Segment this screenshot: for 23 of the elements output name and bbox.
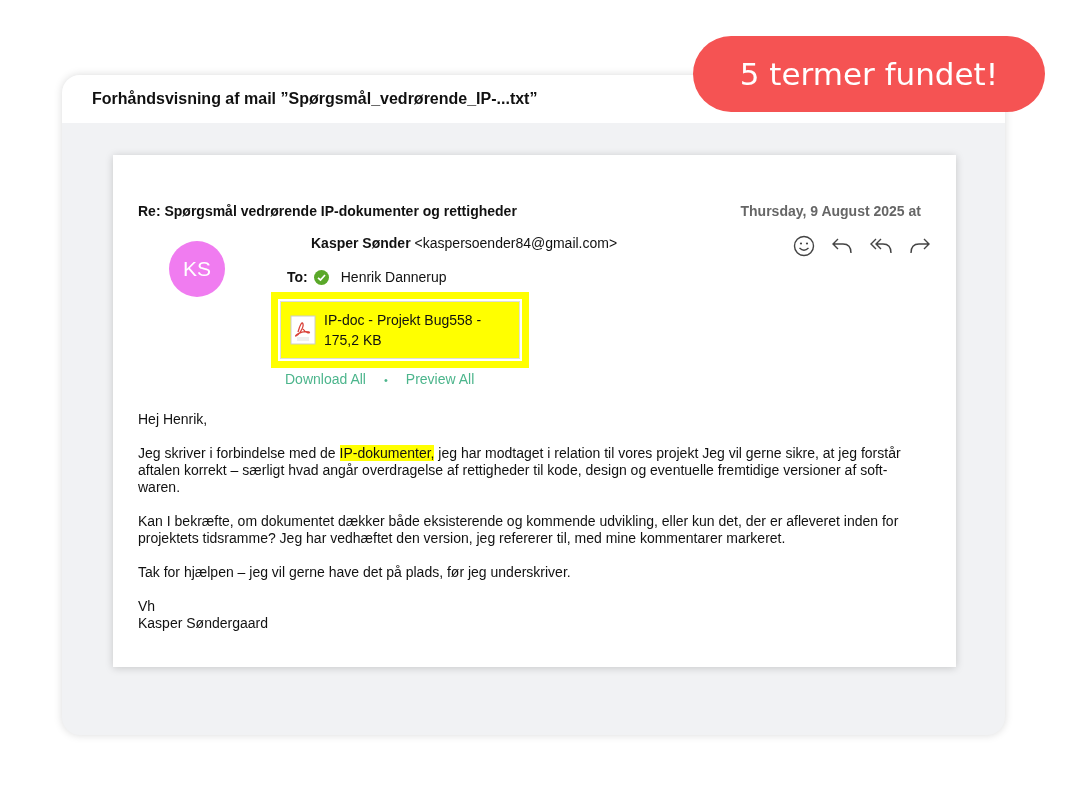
- email-subject: Re: Spørgsmål vedrørende IP-dokumenter og rettigheder: [138, 203, 517, 219]
- forward-icon[interactable]: [909, 237, 931, 255]
- sender-avatar: KS: [169, 241, 225, 297]
- email-paragraph: Tak for hjælpen – jeg vil gerne have det på plads, før jeg underskriver.: [138, 564, 572, 581]
- email-paragraph: Vh: [138, 598, 157, 615]
- email-paragraph: Hej Henrik,: [138, 411, 209, 428]
- sender-name: Kasper Sønder: [311, 235, 411, 251]
- sender-address: <kaspersoender84@gmail.com>: [414, 235, 618, 251]
- preview-all-link[interactable]: Preview All: [405, 371, 475, 389]
- download-all-link[interactable]: Download All: [285, 371, 366, 389]
- window-title: Forhåndsvisning af mail ”Spørgsmål_vedrørende_IP-...txt”: [92, 90, 538, 108]
- pdf-file-icon: [290, 315, 316, 345]
- email-paragraph: Jeg skriver i forbindelse med de IP-dokumenter, jeg har modtaget i relation til vores projekt Jeg vil gerne sikre, at jeg forstår aftalen korrekt – særligt hvad angår overdragelse af rettigheder til kode, design og eventuelle fremtidige versioner af soft-waren.: [138, 445, 902, 496]
- email-paragraph: Kan I bekræfte, om dokumentet dækker både eksisterende og kommende udvikling, eller kun det, der er afleveret inden for projektets tidsramme? Jeg har vedhæftet den version, jeg refererer til, med mine kommentarer markeret.: [138, 513, 900, 547]
- result-badge: 5 termer fundet!: [693, 36, 1045, 112]
- to-label: To:: [287, 269, 308, 285]
- email-date: Thursday, 9 August 2025 at: [740, 203, 921, 219]
- reply-all-icon[interactable]: [869, 237, 893, 255]
- reply-icon[interactable]: [831, 237, 853, 255]
- email-paragraph: Kasper Søndergaard: [138, 615, 269, 632]
- emoji-icon[interactable]: [793, 235, 815, 257]
- recipient-name: Henrik Dannerup: [340, 269, 447, 285]
- link-separator: •: [383, 373, 388, 388]
